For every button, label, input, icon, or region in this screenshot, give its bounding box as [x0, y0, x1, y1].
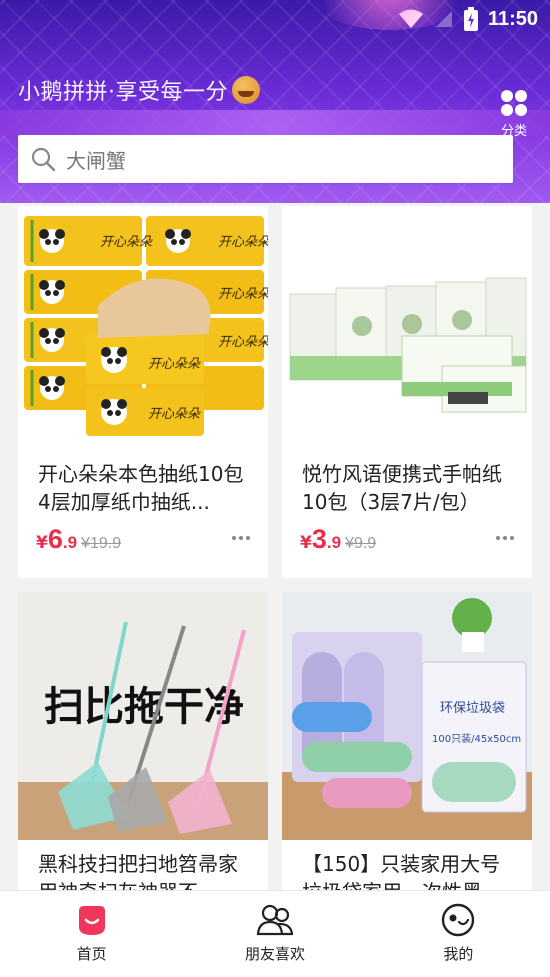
price-decimal: .9	[326, 533, 342, 552]
tab-label: 朋友喜欢	[244, 945, 305, 963]
brand-text: 开心朵朵	[100, 235, 153, 250]
product-card[interactable]: 悦竹风语便携式手帕纸10包（3层7片/包） ¥ 3 .9 ¥9.9	[282, 206, 532, 578]
brand-text: 开心朵朵	[218, 235, 268, 250]
original-price: ¥19.9	[81, 535, 122, 552]
original-price: ¥9.9	[345, 535, 377, 552]
price-decimal: .9	[62, 533, 78, 552]
bottom-tab-bar: 首页 朋友喜欢 我的	[0, 890, 550, 977]
smile-emoji-icon	[232, 76, 260, 104]
currency-symbol: ¥	[300, 533, 312, 553]
search-input[interactable]: 大闸蟹	[18, 135, 513, 183]
header: 11:50 小鹅拼拼·享受每一分 分类 大闸蟹	[0, 0, 550, 203]
currency-symbol: ¥	[36, 533, 48, 553]
product-title: 悦竹风语便携式手帕纸10包（3层7片/包）	[302, 462, 502, 514]
slogan: 小鹅拼拼·享受每一分	[18, 74, 260, 106]
header-band	[0, 110, 550, 136]
product-image: 环保垃圾袋 100只装/45x50cm	[282, 592, 532, 840]
tab-me[interactable]: 我的	[367, 891, 550, 977]
product-image: 扫比拖干净	[18, 592, 268, 840]
product-image	[282, 206, 532, 453]
product-image: 开心朵朵 开心朵朵 开心朵朵 开心朵朵 开心朵朵 开心朵朵	[18, 206, 268, 453]
tab-label: 首页	[76, 945, 107, 963]
product-card[interactable]: 扫比拖干净 黑科技扫把扫地笤帚家用神奇扫灰神器不...	[18, 592, 268, 892]
bag-size: 100只装/45x50cm	[432, 732, 521, 745]
brand-text: 开心朵朵	[218, 335, 268, 350]
image-headline: 扫比拖干净	[44, 684, 244, 730]
tab-home[interactable]: 首页	[0, 891, 183, 977]
category-button[interactable]: 分类	[494, 88, 534, 140]
more-icon[interactable]	[496, 536, 514, 540]
brand-text: 开心朵朵	[148, 357, 201, 372]
product-title: 黑科技扫把扫地笤帚家用神奇扫灰神器不...	[38, 852, 238, 892]
product-title: 开心朵朵本色抽纸10包4层加厚纸巾抽纸...	[38, 462, 244, 514]
friends-icon	[256, 904, 294, 936]
grid-icon	[501, 90, 527, 116]
brand-text: 开心朵朵	[148, 407, 201, 422]
more-icon[interactable]	[232, 536, 250, 540]
product-card[interactable]: 开心朵朵 开心朵朵 开心朵朵 开心朵朵 开心朵朵 开心朵朵 开心朵朵本色抽纸10…	[18, 206, 268, 578]
product-card[interactable]: 环保垃圾袋 100只装/45x50cm 【150】只装家用大号垃圾袋家用一次性黑…	[282, 592, 532, 892]
price-integer: 3	[311, 524, 327, 554]
search-query: 大闸蟹	[66, 148, 126, 173]
bag-label: 环保垃圾袋	[440, 701, 505, 716]
price: ¥ 6 .9 ¥19.9	[36, 524, 121, 555]
profile-icon	[442, 903, 475, 937]
home-icon	[78, 906, 105, 935]
status-bar: 11:50	[398, 4, 538, 34]
product-title: 【150】只装家用大号垃圾袋家用一次性黑...	[302, 852, 502, 892]
battery-icon	[463, 7, 478, 31]
status-time: 11:50	[487, 7, 538, 30]
wifi-icon	[398, 9, 423, 28]
signal-icon	[435, 11, 452, 27]
price-integer: 6	[47, 524, 63, 554]
search-icon	[31, 147, 56, 172]
price: ¥ 3 .9 ¥9.9	[300, 524, 376, 555]
slogan-text: 小鹅拼拼·享受每一分	[18, 80, 228, 105]
tab-friends[interactable]: 朋友喜欢	[183, 891, 366, 977]
tab-label: 我的	[443, 945, 474, 963]
brand-text: 开心朵朵	[218, 287, 268, 302]
